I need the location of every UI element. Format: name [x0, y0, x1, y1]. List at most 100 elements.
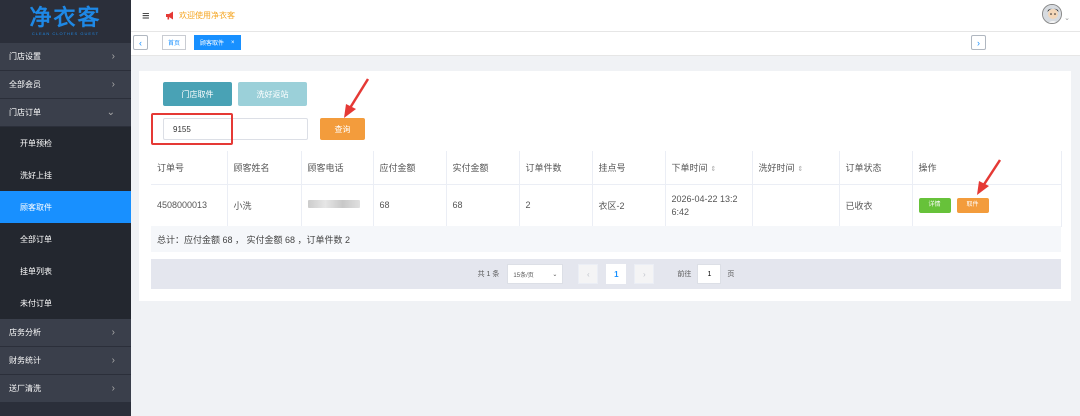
- table-summary: 总计：应付金额 68 ， 实付金额 68 ，订单件数 2: [151, 226, 1061, 252]
- column-header: 操作: [912, 151, 1062, 185]
- tab-home[interactable]: 首页: [162, 35, 187, 50]
- table-row: 4508000013 小洗 68 68 2 衣区-2 2026-04-22 13…: [151, 184, 1062, 227]
- chevron-right-icon: ›: [111, 79, 115, 90]
- tab-label: 顾客取件: [200, 41, 225, 47]
- phone-cell: [301, 184, 374, 227]
- wash-return-button[interactable]: 洗好返站: [238, 82, 307, 106]
- goto-page-input[interactable]: [697, 264, 722, 284]
- chevron-right-icon: ›: [111, 327, 115, 338]
- page-number-current[interactable]: 1: [606, 264, 627, 284]
- pagination: 共 1 条 15条/页 ⌄ ‹ 1 › 前往 页: [151, 259, 1061, 289]
- hamburger-menu-icon[interactable]: ≡: [142, 8, 150, 23]
- welcome-banner: 欢迎使用净衣客: [165, 10, 235, 21]
- tabs-scroll-left-button[interactable]: ‹: [133, 35, 148, 50]
- avatar[interactable]: [1042, 4, 1062, 24]
- sidebar-item-order-precheck[interactable]: 开单预检: [0, 127, 131, 159]
- chevron-left-icon: ‹: [139, 37, 142, 48]
- sidebar-item-label: 挂单列表: [20, 266, 52, 276]
- chevron-right-icon: ›: [977, 37, 980, 48]
- welcome-text: 欢迎使用净衣客: [179, 11, 235, 20]
- pickup-button[interactable]: 取件: [956, 197, 989, 213]
- prev-page-button[interactable]: ‹: [578, 264, 599, 284]
- sidebar-item-label: 全部订单: [20, 234, 52, 244]
- megaphone-icon: [166, 11, 173, 20]
- tabs-scroll-right-button[interactable]: ›: [971, 35, 986, 50]
- status-cell: 已收衣: [839, 184, 913, 227]
- column-header: 订单状态: [839, 151, 913, 185]
- column-header: 挂点号: [592, 151, 666, 185]
- close-icon[interactable]: ×: [231, 40, 235, 46]
- search-input[interactable]: [163, 118, 308, 140]
- logo-subtitle: CLEAN CLOTHES GUEST: [31, 31, 100, 36]
- search-button[interactable]: 查询: [320, 118, 365, 140]
- tab-label: 首页: [168, 41, 181, 47]
- page-size-select[interactable]: 15条/页 ⌄: [507, 264, 564, 284]
- sidebar-group-store-analysis[interactable]: 店务分析 ›: [0, 319, 131, 347]
- next-page-button[interactable]: ›: [634, 264, 655, 284]
- order-time-line: 2026-04-22 13:2: [671, 194, 738, 204]
- logo-text: 净衣客: [29, 5, 102, 30]
- chevron-right-icon: ›: [643, 269, 646, 279]
- order-number-cell: 4508000013: [151, 184, 228, 227]
- page-size-value: 15条/页: [513, 272, 534, 279]
- blurred-phone: [307, 200, 360, 208]
- chevron-down-icon: ⌄: [552, 271, 558, 278]
- tabs-bar: ‹ 首页 顾客取件 × ›: [131, 32, 1080, 56]
- sidebar-group-finance[interactable]: 财务统计 ›: [0, 347, 131, 375]
- sidebar-item-customer-pickup[interactable]: 顾客取件: [0, 191, 131, 223]
- order-time-cell: 2026-04-22 13:2 6:42: [665, 184, 753, 227]
- customer-name-cell: 小洗: [227, 184, 302, 227]
- sidebar-item-all-orders[interactable]: 全部订单: [0, 223, 131, 255]
- chevron-down-icon[interactable]: ⌄: [1064, 14, 1070, 22]
- store-pickup-button[interactable]: 门店取件: [163, 82, 232, 106]
- sidebar-group-label: 全部会员: [9, 80, 41, 89]
- column-header: 订单号: [151, 151, 228, 185]
- order-time-line: 6:42: [671, 207, 690, 217]
- detail-button[interactable]: 详情: [918, 197, 951, 213]
- actions-cell: 详情 取件: [912, 184, 1062, 227]
- sidebar-group-factory-wash[interactable]: 送厂清洗 ›: [0, 375, 131, 403]
- page-suffix: 页: [727, 271, 735, 278]
- column-header-order-time[interactable]: 下单时间 ⇕: [665, 151, 753, 185]
- chevron-down-icon: ⌄: [106, 107, 115, 118]
- chevron-right-icon: ›: [111, 383, 115, 394]
- sort-icon[interactable]: ⇕: [798, 166, 804, 173]
- amount-paid-cell: 68: [446, 184, 520, 227]
- sidebar-group-label: 送厂清洗: [9, 384, 41, 393]
- sidebar-item-label: 顾客取件: [20, 202, 52, 212]
- column-header: 实付金额: [446, 151, 520, 185]
- item-count-cell: 2: [519, 184, 593, 227]
- tab-customer-pickup[interactable]: 顾客取件 ×: [194, 35, 241, 50]
- main-card: 门店取件 洗好返站 查询 订单号 顾客姓名 顾客电话 应付金额 实付金额 订单件…: [139, 71, 1071, 301]
- sidebar-group-store-settings[interactable]: 门店设置 ›: [0, 43, 131, 71]
- sidebar-item-washed-hang[interactable]: 洗好上挂: [0, 159, 131, 191]
- chevron-right-icon: ›: [111, 51, 115, 62]
- logo: 净衣客 CLEAN CLOTHES GUEST: [0, 0, 131, 43]
- column-header: 应付金额: [373, 151, 447, 185]
- sidebar-group-store-orders[interactable]: 门店订单 ⌄: [0, 99, 131, 127]
- sidebar-group-label: 门店订单: [9, 108, 41, 117]
- topbar: ≡ 欢迎使用净衣客 ⌄: [131, 0, 1080, 32]
- sidebar-item-unpaid-orders[interactable]: 未付订单: [0, 287, 131, 319]
- chevron-left-icon: ‹: [587, 269, 590, 279]
- sidebar: 净衣客 CLEAN CLOTHES GUEST 门店设置 › 全部会员 › 门店…: [0, 0, 131, 416]
- table-header-row: 订单号 顾客姓名 顾客电话 应付金额 实付金额 订单件数 挂点号 下单时间 ⇕ 洗…: [151, 151, 1062, 185]
- sort-icon[interactable]: ⇕: [711, 166, 717, 173]
- column-header: 顾客姓名: [227, 151, 302, 185]
- orders-table: 订单号 顾客姓名 顾客电话 应付金额 实付金额 订单件数 挂点号 下单时间 ⇕ 洗…: [151, 151, 1062, 227]
- pagination-total: 共 1 条: [477, 271, 500, 278]
- column-header: 订单件数: [519, 151, 593, 185]
- hang-number-cell: 衣区-2: [592, 184, 666, 227]
- chevron-right-icon: ›: [111, 355, 115, 366]
- column-header-washed-time[interactable]: 洗好时间 ⇕: [752, 151, 840, 185]
- column-header-label: 下单时间: [671, 162, 708, 173]
- sidebar-group-all-members[interactable]: 全部会员 ›: [0, 71, 131, 99]
- sidebar-group-label: 店务分析: [9, 328, 41, 337]
- sidebar-item-hang-list[interactable]: 挂单列表: [0, 255, 131, 287]
- column-header: 顾客电话: [301, 151, 374, 185]
- amount-due-cell: 68: [373, 184, 447, 227]
- sidebar-group-label: 财务统计: [9, 356, 41, 365]
- sidebar-item-label: 未付订单: [20, 298, 52, 308]
- goto-label: 前往: [677, 271, 692, 278]
- washed-time-cell: [752, 184, 840, 227]
